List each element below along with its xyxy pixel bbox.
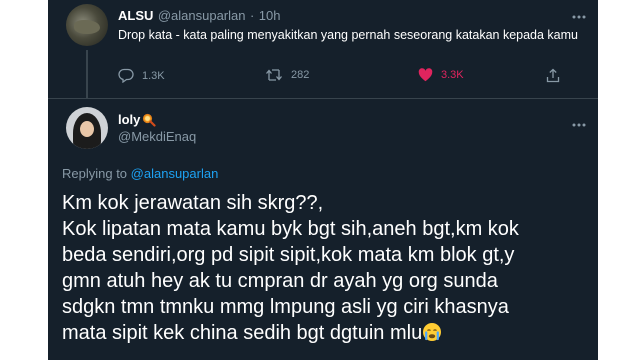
- reply-line: Km kok jerawatan sih skrg??,: [62, 192, 324, 214]
- reply-author-name[interactable]: loly: [118, 112, 140, 127]
- heart-icon: [418, 68, 433, 82]
- reply-author: loly: [118, 112, 157, 127]
- reply-line: mata sipit kek china sedih bgt dgtuin ml…: [62, 322, 423, 344]
- retweet-button[interactable]: 282: [265, 68, 309, 82]
- reply-last-line: mata sipit kek china sedih bgt dgtuin ml…: [62, 320, 592, 346]
- reply-icon: [118, 68, 134, 83]
- screenshot-frame: ALSU @alansuparlan · 10h Drop kata - kat…: [0, 0, 640, 360]
- tweet-actions: 1.3K 282 3.3K: [118, 68, 578, 88]
- replying-mention-link[interactable]: @alansuparlan: [131, 166, 219, 181]
- tweet-panel: ALSU @alansuparlan · 10h Drop kata - kat…: [48, 0, 598, 360]
- author-handle[interactable]: @alansuparlan: [158, 8, 246, 23]
- reply-button[interactable]: 1.3K: [118, 68, 165, 83]
- tweet-header: ALSU @alansuparlan · 10h: [118, 7, 280, 25]
- reply-line: beda sendiri,org pd sipit sipit,kok mata…: [62, 244, 515, 266]
- like-button[interactable]: 3.3K: [418, 68, 464, 82]
- more-icon[interactable]: [572, 9, 586, 19]
- reply-author-handle[interactable]: @MekdiEnaq: [118, 129, 196, 144]
- loly-avatar[interactable]: [66, 107, 108, 149]
- separator-dot: ·: [249, 8, 255, 23]
- alsu-avatar[interactable]: [66, 4, 108, 46]
- retweet-count: 282: [291, 69, 310, 81]
- reply-line: gmn atuh hey ak tu cmpran dr ayah yg org…: [62, 270, 498, 292]
- replying-to: Replying to @alansuparlan: [62, 166, 218, 181]
- thread-line: [86, 50, 88, 98]
- author-name[interactable]: ALSU: [118, 8, 153, 23]
- share-button[interactable]: [546, 68, 560, 83]
- reply-line: Kok lipatan mata kamu byk bgt sih,aneh b…: [62, 218, 519, 240]
- tweet-time[interactable]: 10h: [259, 8, 281, 23]
- share-icon: [546, 68, 560, 83]
- crying-emoji-icon: [422, 322, 442, 342]
- reply-count: 1.3K: [142, 69, 165, 82]
- reply-line: sdgkn tmn tmnku mmg lmpung asli yg ciri …: [62, 296, 509, 318]
- reply-text: Km kok jerawatan sih skrg??, Kok lipatan…: [62, 190, 592, 346]
- tweet-text: Drop kata - kata paling menyakitkan yang…: [118, 28, 579, 42]
- retweet-icon: [265, 68, 283, 82]
- like-count: 3.3K: [441, 69, 464, 81]
- replying-prefix: Replying to: [62, 166, 128, 181]
- tweet-divider: [48, 98, 598, 99]
- magnifier-emoji-icon: [142, 113, 157, 127]
- reply-more-icon[interactable]: [572, 117, 586, 127]
